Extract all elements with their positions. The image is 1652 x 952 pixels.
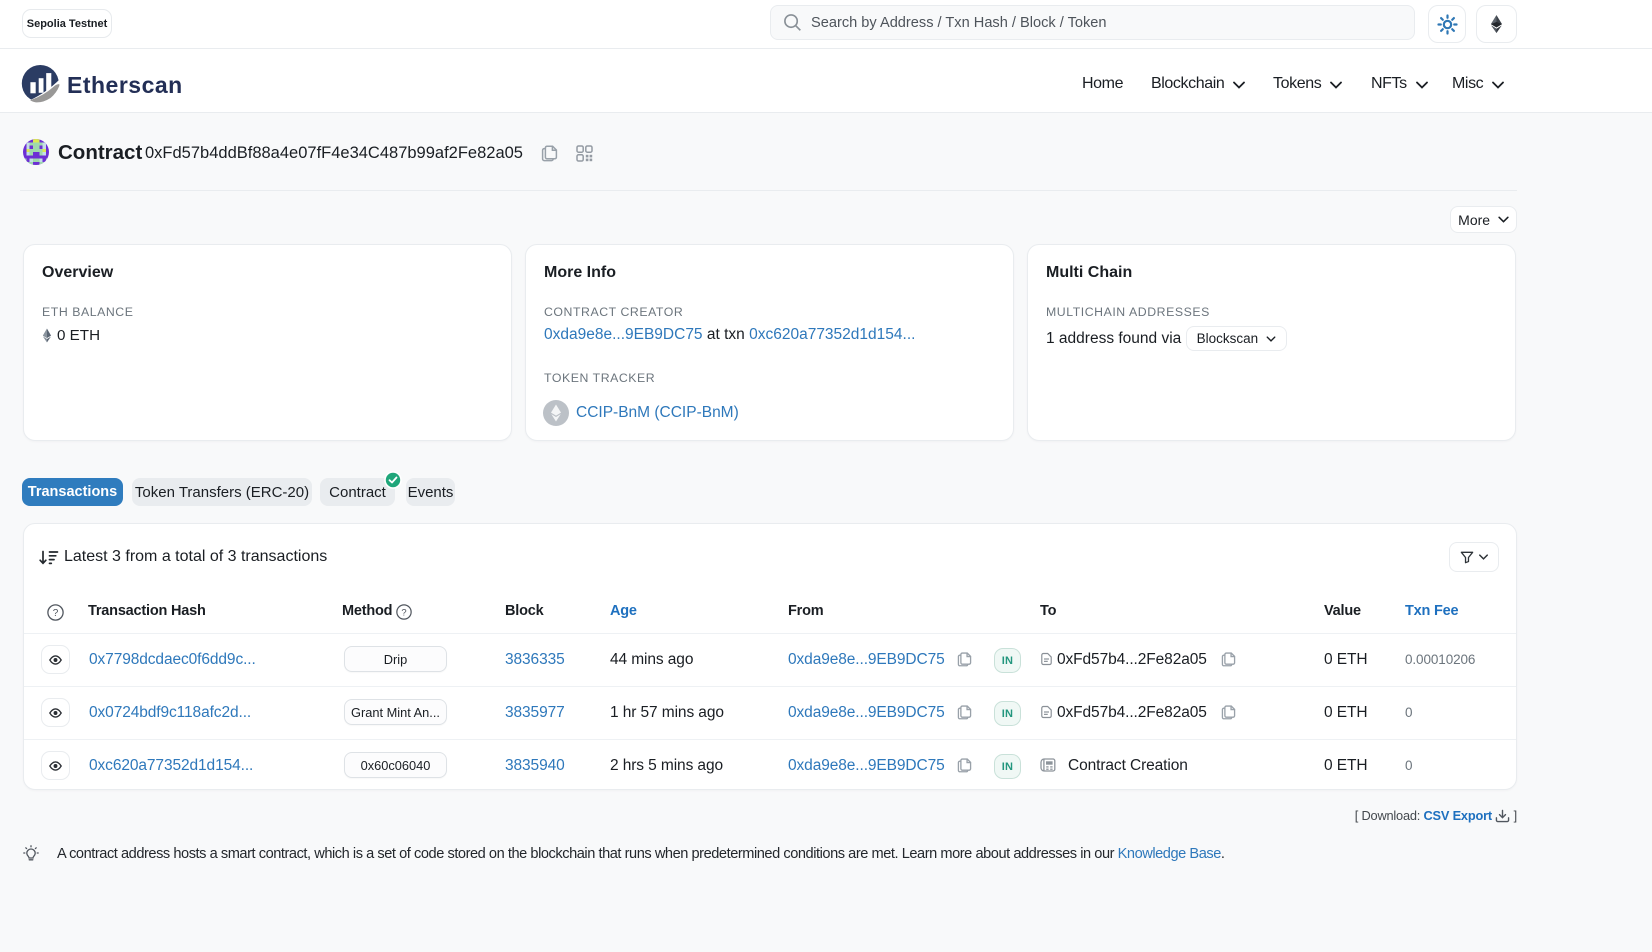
svg-text:?: ? (401, 606, 406, 617)
svg-text:?: ? (53, 608, 59, 619)
